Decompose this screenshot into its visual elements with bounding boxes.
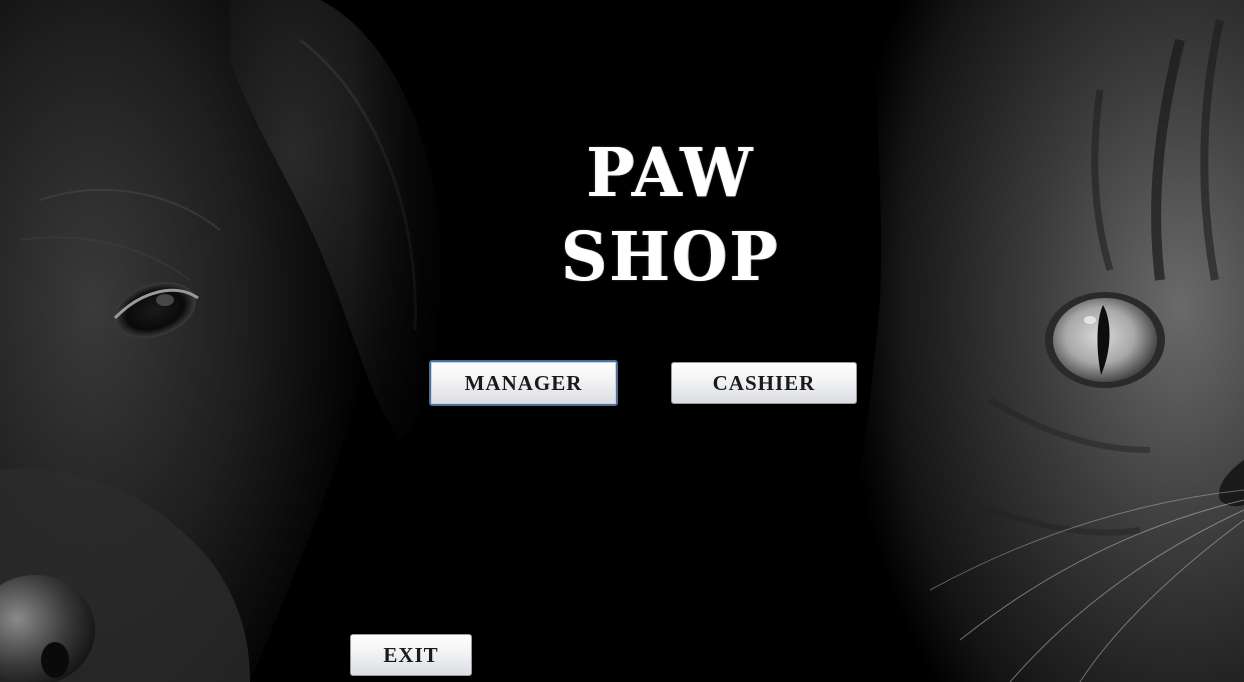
login-screen: PAW SHOP MANAGER CASHIER EXIT <box>0 0 1244 682</box>
exit-button[interactable]: EXIT <box>350 634 472 676</box>
dog-photo <box>0 0 470 682</box>
manager-button[interactable]: MANAGER <box>429 360 618 406</box>
app-title: PAW SHOP <box>560 134 780 297</box>
cashier-button[interactable]: CASHIER <box>671 362 857 404</box>
cat-photo <box>760 0 1244 682</box>
